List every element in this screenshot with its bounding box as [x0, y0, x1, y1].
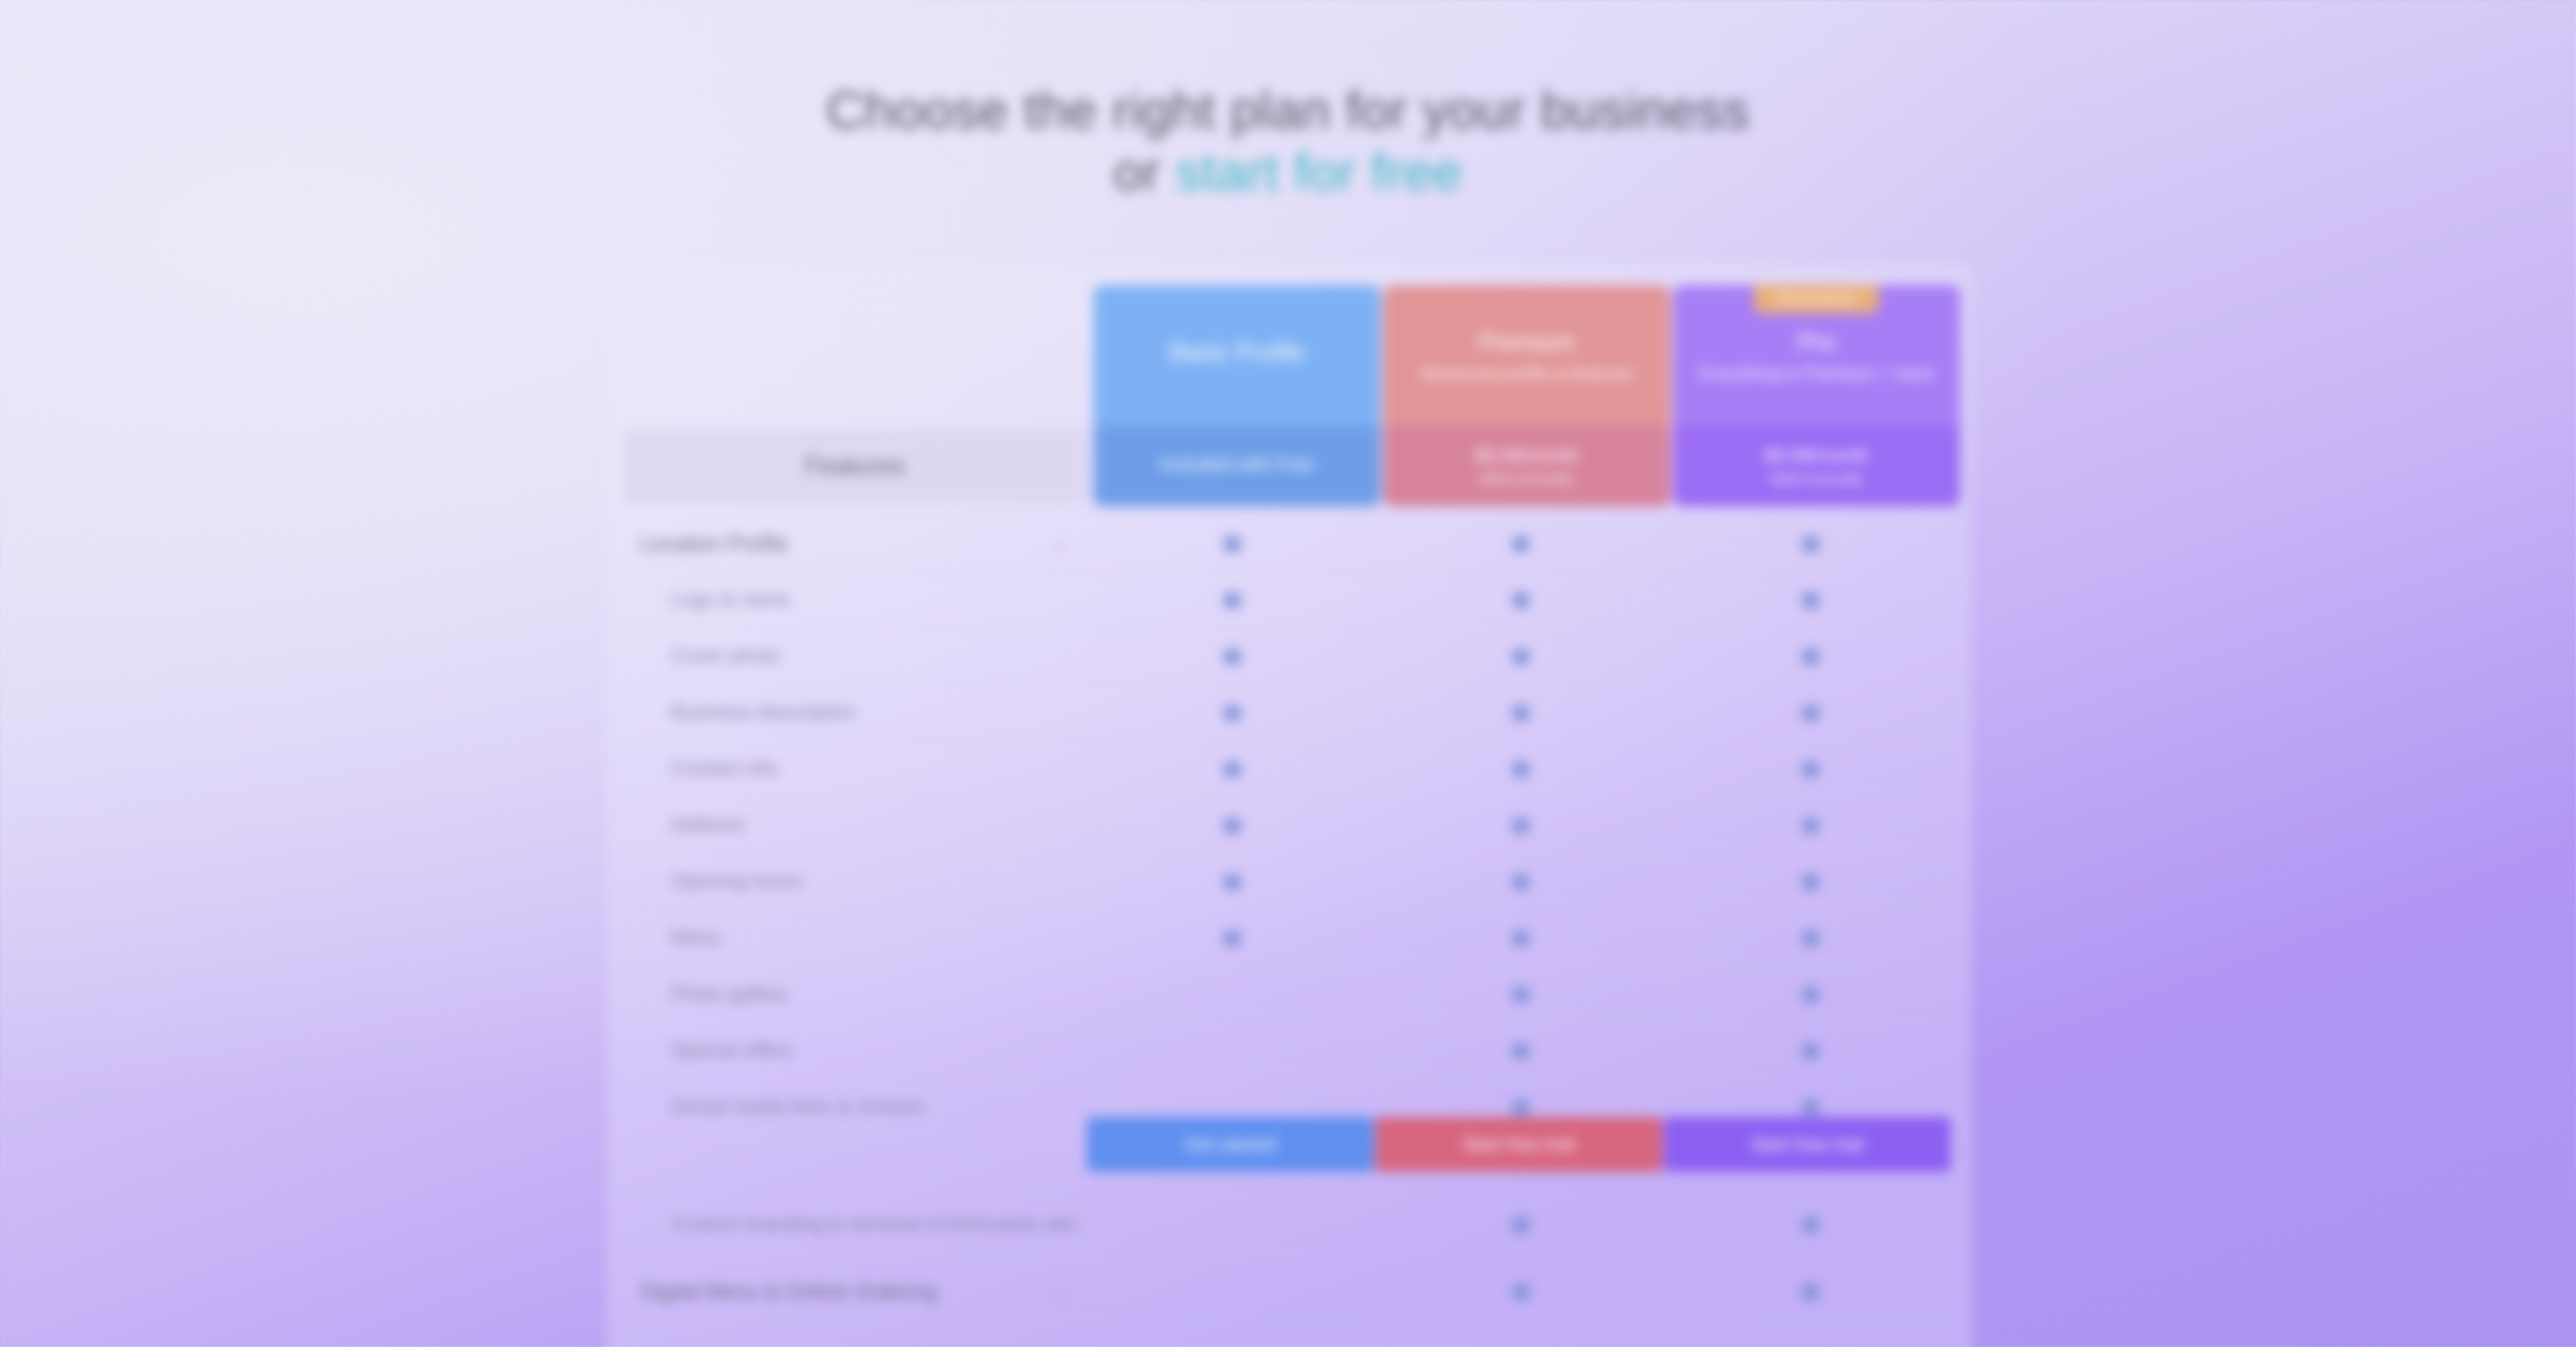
check-icon [1803, 987, 1819, 1002]
page-headline: Choose the right plan for your business … [0, 79, 2576, 203]
check-icon [1803, 762, 1819, 777]
feature-label: Address [671, 814, 745, 836]
check-icon [1513, 762, 1529, 777]
section-row[interactable]: Location Profile ⌄ [624, 517, 1959, 572]
feature-row: Special offers [624, 1024, 1959, 1079]
feature-label: Photo gallery [671, 983, 789, 1005]
check-icon [1513, 593, 1529, 608]
section-row[interactable]: Digital Menu & Online Ordering ⌄ [624, 1264, 1959, 1319]
check-icon [1224, 875, 1240, 890]
feature-label: Logo & name [671, 588, 791, 610]
check-icon [1513, 1218, 1529, 1232]
premium-trial-button[interactable]: Start free trial [1375, 1117, 1662, 1172]
check-icon [1803, 649, 1819, 664]
plan-price-note: billed annually [1770, 470, 1864, 487]
chevron-down-icon[interactable]: ⌄ [1053, 1282, 1068, 1303]
chevron-down-icon[interactable]: ⌄ [1053, 534, 1068, 555]
check-icon [1224, 593, 1240, 608]
headline-prefix: or [1114, 142, 1161, 201]
plan-price: $9.99/month [1764, 445, 1869, 466]
feature-row: Address [624, 798, 1959, 853]
plan-header-premium: Premium Advanced profile & features $5.9… [1383, 285, 1670, 506]
check-icon [1224, 762, 1240, 777]
feature-row: Contact info [624, 742, 1959, 797]
check-icon [1803, 818, 1819, 833]
feature-row: Logo & name [624, 573, 1959, 628]
plan-name: Basic Profile [1169, 338, 1305, 366]
headline-line-1: Choose the right plan for your business [826, 80, 1750, 140]
check-icon [1224, 706, 1240, 720]
feature-label: Social media links & reviews [671, 1095, 925, 1118]
check-icon [1513, 875, 1529, 890]
plan-price-note: billed annually [1480, 470, 1574, 487]
most-popular-badge: Most popular [1754, 285, 1878, 313]
feature-row: Custom branding & removal of third-party… [624, 1197, 1959, 1252]
check-icon [1803, 875, 1819, 890]
get-started-button[interactable]: Get started [1087, 1117, 1374, 1172]
check-icon [1803, 1285, 1819, 1299]
check-icon [1513, 1044, 1529, 1059]
check-icon [1513, 818, 1529, 833]
page-stage: Choose the right plan for your business … [0, 0, 2576, 1347]
feature-row: Opening hours [624, 855, 1959, 910]
feature-label: Digital Menu & Online Ordering [640, 1279, 937, 1303]
feature-row: Cover photo [624, 629, 1959, 684]
check-icon [1224, 818, 1240, 833]
feature-label: Menu [671, 926, 722, 949]
check-icon [1803, 1218, 1819, 1232]
feature-label: Business description [671, 701, 856, 723]
check-icon [1803, 1044, 1819, 1059]
plan-subtitle: Advanced profile & features [1419, 362, 1634, 383]
check-icon [1803, 706, 1819, 720]
check-icon [1513, 1285, 1529, 1299]
check-icon [1513, 706, 1529, 720]
check-icon [1513, 537, 1529, 551]
check-icon [1513, 931, 1529, 946]
plan-name: Premium [1478, 327, 1576, 356]
check-icon [1224, 537, 1240, 551]
check-icon [1513, 987, 1529, 1002]
feature-row: Menu [624, 911, 1959, 966]
plan-subtitle: Everything in Premium + more [1699, 362, 1935, 383]
plan-price: Included with Free [1160, 453, 1314, 474]
check-icon [1224, 931, 1240, 946]
plan-price: $5.99/month [1474, 445, 1579, 466]
feature-row: Business description [624, 686, 1959, 741]
plan-name: Pro [1797, 327, 1836, 356]
check-icon [1803, 537, 1819, 551]
check-icon [1803, 1100, 1819, 1115]
feature-label: Special offers [671, 1039, 793, 1061]
check-icon [1224, 649, 1240, 664]
feature-label: Custom branding & removal of third-party… [671, 1213, 1077, 1235]
features-column-header: Features [624, 429, 1087, 503]
feature-row: Photo gallery [624, 967, 1959, 1022]
feature-label: Location Profile [640, 531, 788, 555]
check-icon [1513, 1100, 1529, 1115]
pro-trial-button[interactable]: Start free trial [1664, 1117, 1951, 1172]
headline-line-2: or start for free [0, 141, 2576, 203]
feature-label: Cover photo [671, 645, 781, 667]
plan-header-pro: Pro Everything in Premium + more $9.99/m… [1673, 285, 1960, 506]
start-for-free-link[interactable]: start for free [1176, 142, 1462, 201]
plan-header-basic: Basic Profile Included with Free [1093, 285, 1381, 506]
feature-label: Opening hours [671, 870, 803, 892]
check-icon [1803, 593, 1819, 608]
feature-label: Contact info [671, 757, 779, 779]
check-icon [1803, 931, 1819, 946]
check-icon [1513, 649, 1529, 664]
